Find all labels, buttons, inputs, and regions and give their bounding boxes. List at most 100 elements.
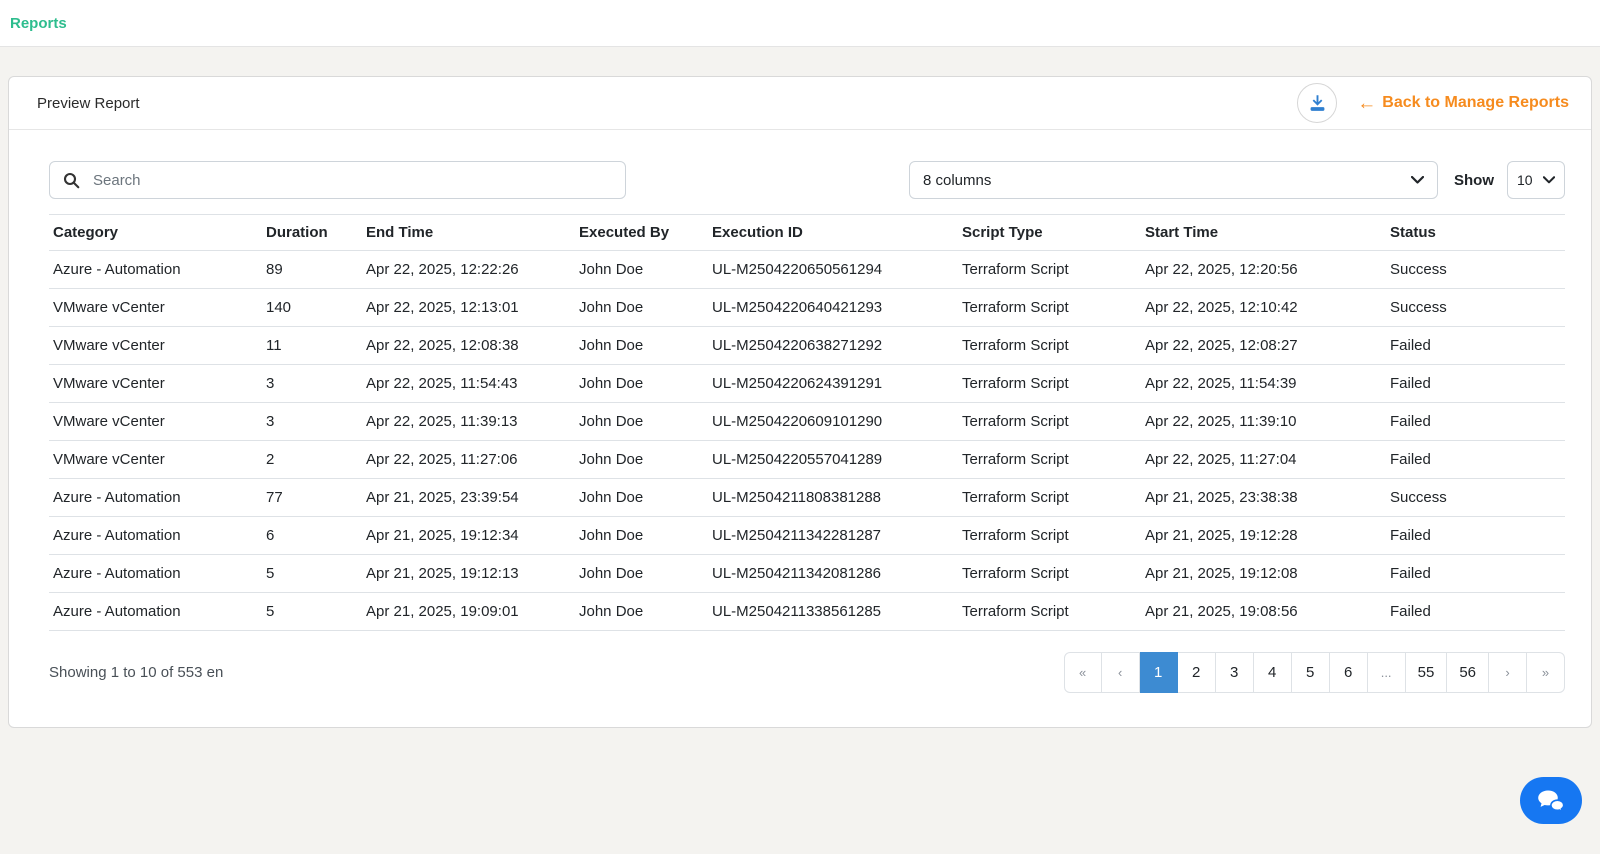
cell-execution-id: UL-M2504220557041289 — [708, 441, 958, 479]
cell-script-type: Terraform Script — [958, 365, 1141, 403]
cell-execution-id: UL-M2504211342281287 — [708, 517, 958, 555]
last-page-button[interactable]: » — [1527, 652, 1565, 693]
chevron-down-icon — [1411, 176, 1424, 184]
cell-end-time: Apr 22, 2025, 12:22:26 — [362, 251, 575, 289]
card-header: Preview Report ← Back to Manage Reports — [9, 77, 1591, 130]
next-page-button[interactable]: › — [1489, 652, 1527, 693]
back-to-manage-reports-link[interactable]: ← Back to Manage Reports — [1357, 94, 1569, 113]
cell-execution-id: UL-M2504220640421293 — [708, 289, 958, 327]
preview-report-card: Preview Report ← Back to Manage Reports — [8, 76, 1592, 728]
cell-status: Failed — [1386, 327, 1565, 365]
page-size-value: 10 — [1517, 172, 1533, 188]
table-row: Azure - Automation5Apr 21, 2025, 19:09:0… — [49, 593, 1565, 631]
page-6-button[interactable]: 6 — [1330, 652, 1368, 693]
cell-category: Azure - Automation — [49, 479, 262, 517]
back-link-label: Back to Manage Reports — [1382, 94, 1569, 112]
back-arrow-icon: ← — [1357, 94, 1376, 113]
cell-duration: 5 — [262, 555, 362, 593]
cell-executed-by: John Doe — [575, 593, 708, 631]
page-size-select[interactable]: 10 — [1507, 161, 1565, 199]
page-56-button[interactable]: 56 — [1447, 652, 1489, 693]
cell-execution-id: UL-M2504220624391291 — [708, 365, 958, 403]
table-row: Azure - Automation77Apr 21, 2025, 23:39:… — [49, 479, 1565, 517]
cell-status: Failed — [1386, 593, 1565, 631]
table-row: VMware vCenter2Apr 22, 2025, 11:27:06Joh… — [49, 441, 1565, 479]
cell-script-type: Terraform Script — [958, 517, 1141, 555]
columns-select[interactable]: 8 columns — [909, 161, 1438, 199]
cell-status: Failed — [1386, 517, 1565, 555]
table-row: Azure - Automation5Apr 21, 2025, 19:12:1… — [49, 555, 1565, 593]
cell-executed-by: John Doe — [575, 251, 708, 289]
table-row: Azure - Automation89Apr 22, 2025, 12:22:… — [49, 251, 1565, 289]
cell-execution-id: UL-M2504220609101290 — [708, 403, 958, 441]
cell-duration: 3 — [262, 365, 362, 403]
cell-status: Success — [1386, 479, 1565, 517]
cell-executed-by: John Doe — [575, 479, 708, 517]
search-icon — [63, 172, 80, 189]
cell-duration: 11 — [262, 327, 362, 365]
cell-executed-by: John Doe — [575, 441, 708, 479]
page-4-button[interactable]: 4 — [1254, 652, 1292, 693]
cell-start-time: Apr 22, 2025, 11:27:04 — [1141, 441, 1386, 479]
cell-script-type: Terraform Script — [958, 479, 1141, 517]
table-row: VMware vCenter140Apr 22, 2025, 12:13:01J… — [49, 289, 1565, 327]
cell-category: VMware vCenter — [49, 289, 262, 327]
cell-status: Failed — [1386, 365, 1565, 403]
first-page-button[interactable]: « — [1064, 652, 1102, 693]
table-toolbar: 8 columns Show 10 — [49, 161, 1565, 199]
cell-script-type: Terraform Script — [958, 555, 1141, 593]
cell-start-time: Apr 22, 2025, 12:10:42 — [1141, 289, 1386, 327]
column-header-script-type: Script Type — [958, 215, 1141, 251]
table-footer: Showing 1 to 10 of 553 en «‹123456...555… — [49, 652, 1565, 693]
topbar: Reports — [0, 0, 1600, 47]
column-header-start-time: Start Time — [1141, 215, 1386, 251]
chat-icon — [1536, 788, 1566, 814]
cell-script-type: Terraform Script — [958, 403, 1141, 441]
prev-page-button[interactable]: ‹ — [1102, 652, 1140, 693]
cell-executed-by: John Doe — [575, 289, 708, 327]
cell-start-time: Apr 22, 2025, 11:39:10 — [1141, 403, 1386, 441]
table-row: VMware vCenter3Apr 22, 2025, 11:39:13Joh… — [49, 403, 1565, 441]
cell-category: VMware vCenter — [49, 327, 262, 365]
columns-select-value: 8 columns — [923, 172, 991, 189]
page-ellipsis-button[interactable]: ... — [1368, 652, 1406, 693]
cell-end-time: Apr 21, 2025, 19:09:01 — [362, 593, 575, 631]
page-5-button[interactable]: 5 — [1292, 652, 1330, 693]
cell-status: Success — [1386, 251, 1565, 289]
report-table: CategoryDurationEnd TimeExecuted ByExecu… — [49, 214, 1565, 631]
page-title: Reports — [10, 15, 67, 32]
page-3-button[interactable]: 3 — [1216, 652, 1254, 693]
cell-executed-by: John Doe — [575, 555, 708, 593]
column-header-duration: Duration — [262, 215, 362, 251]
cell-duration: 77 — [262, 479, 362, 517]
cell-status: Failed — [1386, 403, 1565, 441]
column-header-executed-by: Executed By — [575, 215, 708, 251]
search-box — [49, 161, 626, 199]
cell-duration: 140 — [262, 289, 362, 327]
cell-duration: 5 — [262, 593, 362, 631]
cell-duration: 89 — [262, 251, 362, 289]
cell-category: VMware vCenter — [49, 403, 262, 441]
column-header-status: Status — [1386, 215, 1565, 251]
cell-script-type: Terraform Script — [958, 441, 1141, 479]
page-1-button[interactable]: 1 — [1140, 652, 1178, 693]
page-55-button[interactable]: 55 — [1406, 652, 1448, 693]
cell-category: VMware vCenter — [49, 441, 262, 479]
search-input[interactable] — [91, 171, 612, 190]
cell-script-type: Terraform Script — [958, 593, 1141, 631]
cell-status: Failed — [1386, 555, 1565, 593]
cell-status: Failed — [1386, 441, 1565, 479]
cell-end-time: Apr 22, 2025, 12:08:38 — [362, 327, 575, 365]
download-button[interactable] — [1297, 83, 1337, 123]
cell-end-time: Apr 22, 2025, 11:54:43 — [362, 365, 575, 403]
cell-duration: 6 — [262, 517, 362, 555]
page-2-button[interactable]: 2 — [1178, 652, 1216, 693]
cell-end-time: Apr 21, 2025, 19:12:34 — [362, 517, 575, 555]
chat-button[interactable] — [1520, 777, 1582, 824]
cell-execution-id: UL-M2504211808381288 — [708, 479, 958, 517]
table-row: Azure - Automation6Apr 21, 2025, 19:12:3… — [49, 517, 1565, 555]
cell-start-time: Apr 21, 2025, 19:08:56 — [1141, 593, 1386, 631]
cell-script-type: Terraform Script — [958, 251, 1141, 289]
cell-duration: 2 — [262, 441, 362, 479]
table-header-row: CategoryDurationEnd TimeExecuted ByExecu… — [49, 215, 1565, 251]
